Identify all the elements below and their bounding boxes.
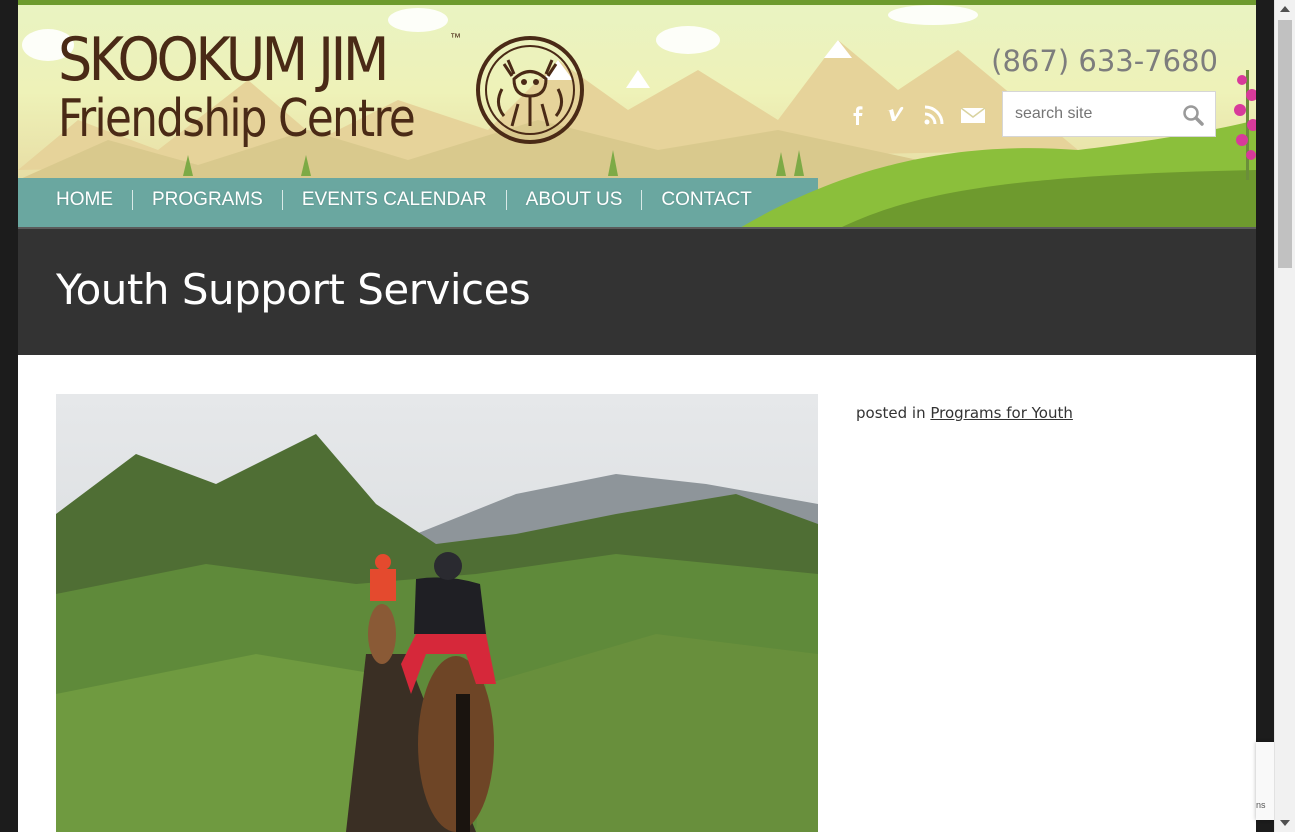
top-stripe [18, 0, 1256, 5]
page-title: Youth Support Services [56, 265, 531, 314]
nav-about-us[interactable]: ABOUT US [505, 190, 642, 210]
search-icon[interactable] [1181, 103, 1205, 127]
page: SKOOKUM JIM Friendship Centre ™ (867) 63… [18, 0, 1256, 832]
recaptcha-text: ns [1256, 800, 1266, 810]
logo-trademark: ™ [450, 32, 461, 44]
scroll-up-icon[interactable] [1280, 6, 1290, 12]
social-links [846, 103, 986, 127]
rss-icon[interactable] [922, 103, 946, 127]
category-link[interactable]: Programs for Youth [930, 404, 1073, 422]
site-logo[interactable]: SKOOKUM JIM Friendship Centre [58, 30, 482, 148]
vimeo-icon[interactable] [884, 103, 908, 127]
logo-line-1: SKOOKUM JIM [58, 25, 389, 95]
nav-programs[interactable]: PROGRAMS [132, 190, 282, 210]
scroll-thumb[interactable] [1278, 20, 1292, 268]
featured-photo [56, 394, 818, 832]
nav-events-calendar[interactable]: EVENTS CALENDAR [281, 190, 506, 210]
site-header: SKOOKUM JIM Friendship Centre ™ (867) 63… [18, 0, 1256, 229]
nav-home[interactable]: HOME [18, 190, 132, 210]
scrollbar[interactable] [1274, 0, 1295, 832]
recaptcha-badge[interactable]: ns [1256, 742, 1274, 820]
search-input[interactable] [1003, 92, 1197, 136]
logo-emblem-icon[interactable] [474, 34, 586, 146]
email-icon[interactable] [960, 103, 986, 127]
search-box [1002, 91, 1216, 137]
scroll-down-icon[interactable] [1280, 820, 1290, 826]
main-nav: HOME PROGRAMS EVENTS CALENDAR ABOUT US C… [18, 180, 1256, 220]
posted-prefix: posted in [856, 404, 926, 422]
post-meta: posted in Programs for Youth [856, 404, 1073, 422]
page-title-band: Youth Support Services [18, 229, 1256, 355]
nav-contact[interactable]: CONTACT [641, 190, 770, 210]
phone-number[interactable]: (867) 633-7680 [991, 44, 1218, 78]
logo-line-2: Friendship Centre [58, 89, 416, 149]
facebook-icon[interactable] [846, 103, 870, 127]
